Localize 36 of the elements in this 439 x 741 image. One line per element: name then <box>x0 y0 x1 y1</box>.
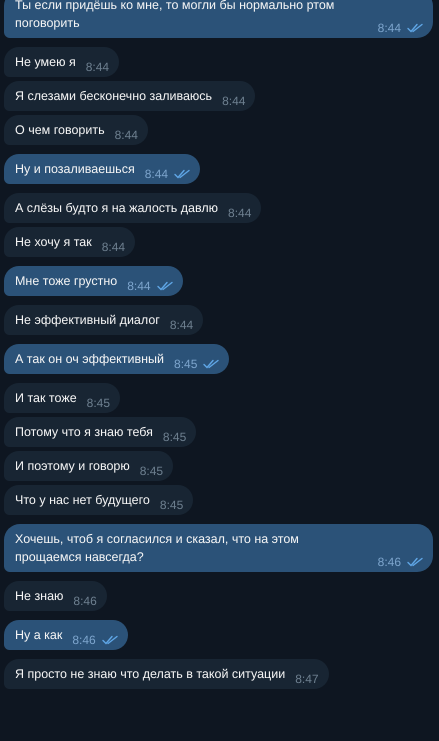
message-text: Что у нас нет будущего <box>15 492 151 509</box>
message-text: А слёзы будто я на жалость давлю <box>15 200 220 217</box>
message-time: 8:44 <box>378 20 401 37</box>
message-text: Хочешь, чтоб я согласился и сказал, что на этом прощаемся навсегда? <box>15 531 300 566</box>
message-time: 8:44 <box>170 317 194 334</box>
message-text: И так тоже <box>15 390 78 407</box>
message-text: Мне тоже грустно <box>15 273 118 290</box>
message-text: Потому что я знаю тебя <box>15 424 154 441</box>
message-time: 8:44 <box>114 127 138 144</box>
message-text: Ты если придёшь ко мне, то могли бы нормально ртом поговорить <box>15 0 336 32</box>
message-text: Я просто не знаю что делать в такой ситуации <box>15 666 286 683</box>
message-text: Я слезами бесконечно заливаюсь <box>15 88 214 105</box>
message-text: О чем говорить <box>15 122 106 139</box>
message-time: 8:44 <box>228 205 252 222</box>
message-time: 8:45 <box>174 356 198 373</box>
message-text: Ну а как <box>15 627 64 644</box>
message-text: А так он оч эффективный <box>15 351 166 368</box>
message-time: 8:45 <box>86 395 110 412</box>
message-text: Не эффективный диалог <box>15 312 161 329</box>
message-time: 8:45 <box>162 429 186 446</box>
message-time: 8:46 <box>378 554 401 571</box>
message-time: 8:45 <box>160 497 184 514</box>
message-time: 8:47 <box>295 671 319 688</box>
message-text: И поэтому и говорю <box>15 458 131 475</box>
message-time: 8:44 <box>222 93 246 110</box>
message-text: Не хочу я так <box>15 234 93 251</box>
message-time: 8:46 <box>72 632 96 649</box>
message-time: 8:44 <box>127 278 151 295</box>
message-text: Ну и позаливаешься <box>15 161 136 178</box>
message-text: Не умею я <box>15 54 77 71</box>
message-time: 8:44 <box>102 239 126 256</box>
message-time: 8:44 <box>144 166 168 183</box>
message-time: 8:45 <box>140 463 164 480</box>
message-time: 8:46 <box>73 593 97 610</box>
message-text: Не знаю <box>15 588 64 605</box>
message-time: 8:44 <box>86 59 110 76</box>
